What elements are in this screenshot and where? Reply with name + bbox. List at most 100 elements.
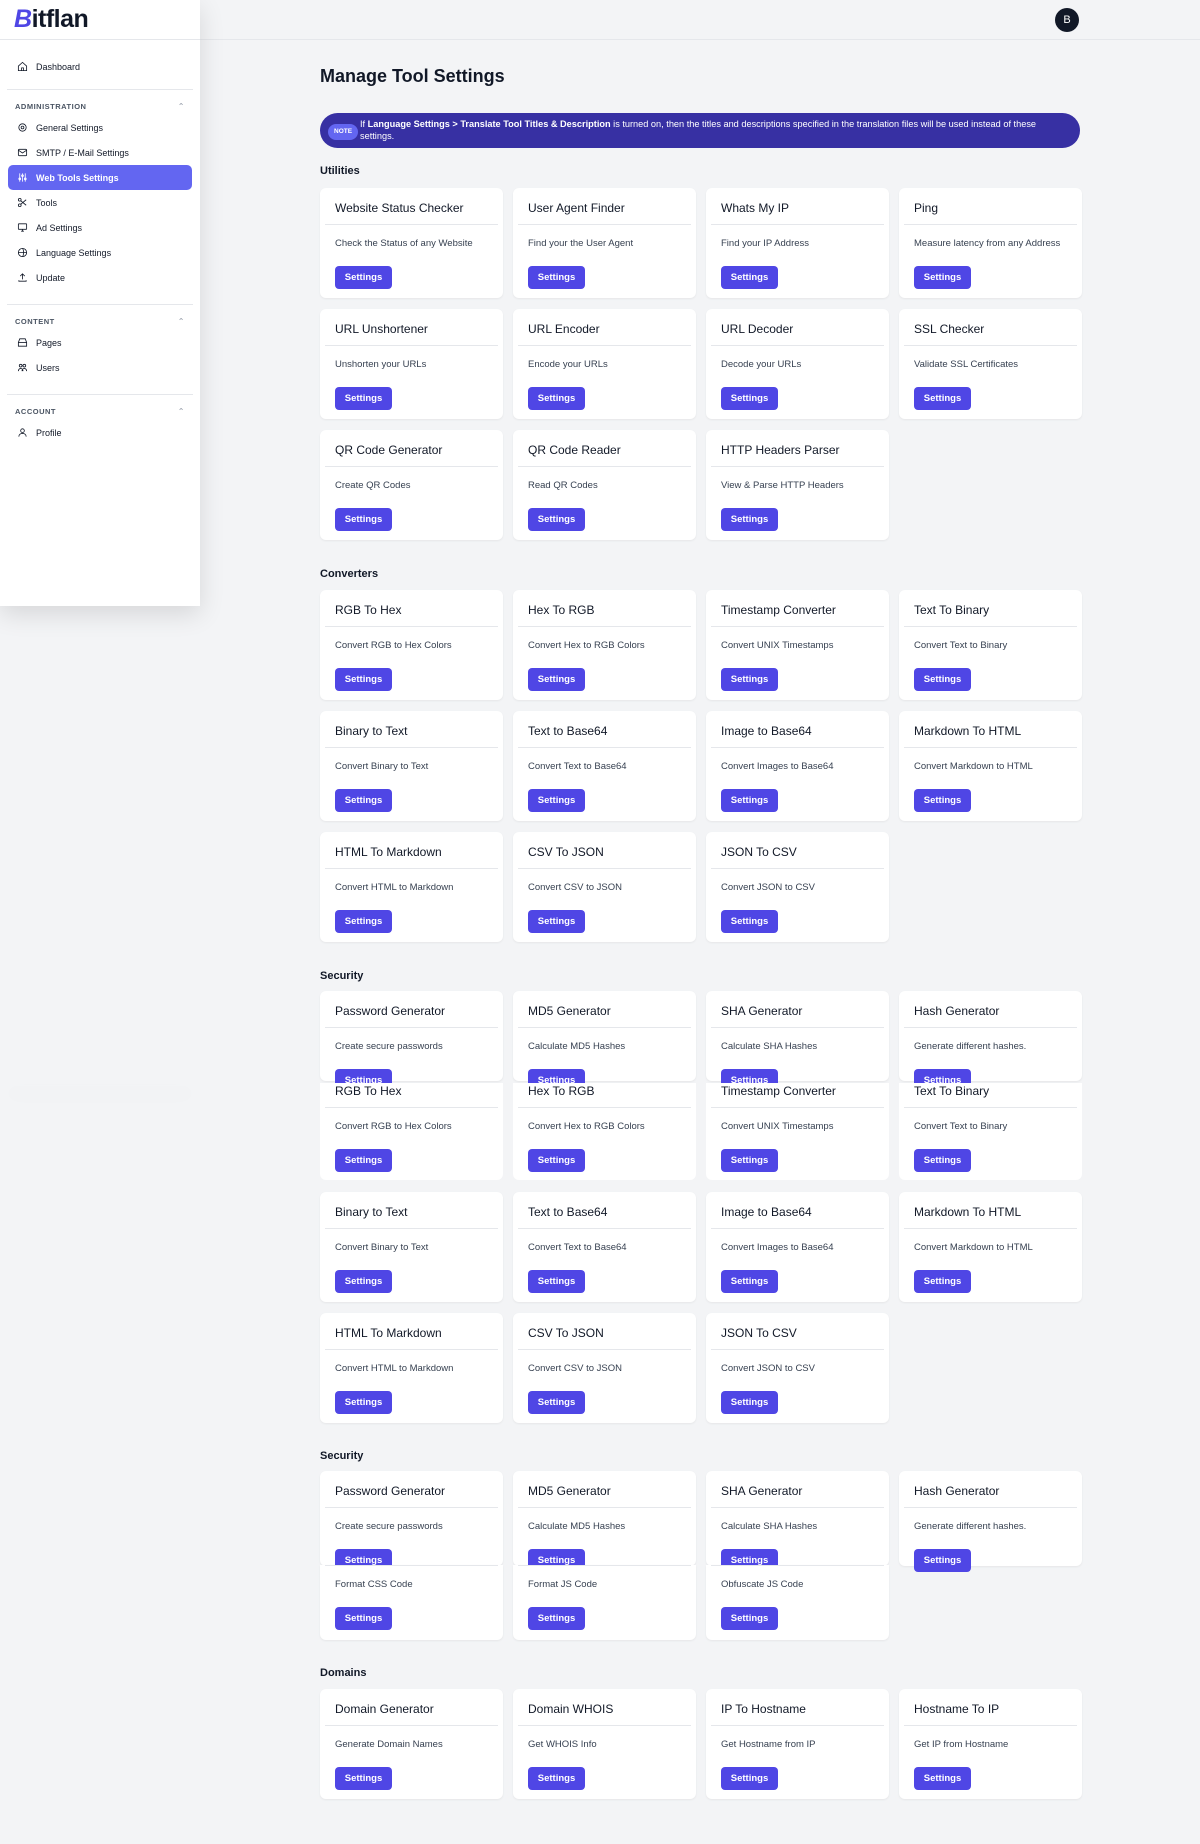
settings-button[interactable]: Settings [914,789,971,812]
user-avatar[interactable]: B [1055,8,1079,32]
settings-button[interactable]: Settings [721,910,778,933]
settings-button[interactable]: Settings [721,1270,778,1293]
tool-description: Convert UNIX Timestamps [721,640,834,651]
tool-card: URL Encoder Encode your URLs Settings [513,309,696,419]
sidebar-item-smtp-settings[interactable]: SMTP / E-Mail Settings [8,140,192,165]
tool-card: Binary to Text Convert Binary to Text Sett… [320,711,503,821]
sidebar-item-label: Language Settings [36,247,112,258]
settings-button[interactable]: Settings [721,387,778,410]
sidebar-item-pages[interactable]: Pages [8,330,192,355]
tool-card: URL Unshortener Unshorten your URLs Settin… [320,309,503,419]
tool-description: Obfuscate JS Code [721,1579,804,1590]
tool-title: Domain Generator [335,1702,434,1716]
settings-button[interactable]: Settings [528,1767,585,1790]
tool-title: SHA Generator [721,1484,803,1498]
user-icon [16,427,28,439]
tool-card: Format CSS Code Settings [320,1565,503,1640]
settings-button[interactable]: Settings [528,789,585,812]
tool-card: Website Status Checker Check the Status o… [320,188,503,298]
sidebar-item-users[interactable]: Users [8,355,192,380]
settings-button[interactable]: Settings [335,1149,392,1172]
settings-button[interactable]: Settings [721,1607,778,1630]
divider [518,224,691,225]
settings-button[interactable]: Settings [721,1391,778,1414]
settings-button[interactable]: Settings [914,668,971,691]
sidebar-item-ad-settings[interactable]: Ad Settings [8,215,192,240]
tool-description: Format JS Code [528,1579,598,1590]
sidebar-item-tools[interactable]: Tools [8,190,192,215]
tool-card: Text To Binary Convert Text to Binary Sett… [899,590,1082,700]
sidebar-item-update[interactable]: Update [8,265,192,290]
divider [711,224,884,225]
tool-description: Validate SSL Certificates [914,359,1019,370]
tool-title: Markdown To HTML [914,1205,1022,1219]
section-header-administration[interactable]: ADMINISTRATION ⌃ [0,90,200,115]
logo[interactable]: Bitflan [0,0,200,40]
settings-button[interactable]: Settings [721,266,778,289]
settings-button[interactable]: Settings [721,668,778,691]
settings-button[interactable]: Settings [914,1270,971,1293]
settings-button[interactable]: Settings [721,1767,778,1790]
tool-card: SHA GeneratorCalculate SHA HashesSetting… [706,991,889,1092]
settings-button[interactable]: Settings [914,1549,971,1572]
sidebar-shadow-artifact [0,1085,200,1086]
settings-button[interactable]: Settings [528,668,585,691]
settings-button[interactable]: Settings [528,1270,585,1293]
settings-button[interactable]: Settings [721,508,778,531]
divider [325,626,498,627]
settings-button[interactable]: Settings [335,1767,392,1790]
tool-description: Calculate SHA Hashes [721,1521,818,1532]
divider [325,868,498,869]
settings-button[interactable]: Settings [528,1607,585,1630]
divider [904,1027,1077,1028]
divider [518,1228,691,1229]
tool-card: Hex To RGB Convert Hex to RGB Colors Setti… [513,1071,696,1180]
settings-button[interactable]: Settings [914,1767,971,1790]
divider [518,868,691,869]
settings-button[interactable]: Settings [335,266,392,289]
tool-description: Convert RGB to Hex Colors [335,640,452,651]
tool-description: Convert Text to Base64 [528,761,627,772]
settings-button[interactable]: Settings [721,1149,778,1172]
sliders-icon [16,172,28,184]
sidebar-item-profile[interactable]: Profile [8,420,192,445]
settings-button[interactable]: Settings [335,668,392,691]
settings-button[interactable]: Settings [914,387,971,410]
sidebar-item-web-tools-settings[interactable]: Web Tools Settings [8,165,192,190]
section-header-content[interactable]: CONTENT ⌃ [0,305,200,330]
settings-button[interactable]: Settings [335,387,392,410]
tool-card: Format JS Code Settings [513,1565,696,1640]
settings-button[interactable]: Settings [335,910,392,933]
section-header-account[interactable]: ACCOUNT ⌃ [0,395,200,420]
settings-button[interactable]: Settings [528,387,585,410]
tool-card: Hostname To IP Get IP from Hostname Settin… [899,1689,1082,1799]
tool-card: CSV To JSON Convert CSV to JSON Settings [513,832,696,942]
divider [904,626,1077,627]
settings-button[interactable]: Settings [335,1607,392,1630]
settings-button[interactable]: Settings [528,1391,585,1414]
sidebar: Bitflan Dashboard ADMINISTRATION ⌃ Genera… [0,0,200,606]
tool-description: Convert JSON to CSV [721,1363,815,1374]
tool-title: SSL Checker [914,322,985,336]
settings-button[interactable]: Settings [914,1149,971,1172]
divider [325,1565,498,1566]
tool-title: Binary to Text [335,724,408,738]
sidebar-item-language-settings[interactable]: Language Settings [8,240,192,265]
settings-button[interactable]: Settings [721,789,778,812]
settings-button[interactable]: Settings [335,1270,392,1293]
settings-button[interactable]: Settings [335,1391,392,1414]
sidebar-item-dashboard[interactable]: Dashboard [8,54,192,79]
settings-button[interactable]: Settings [528,508,585,531]
settings-button[interactable]: Settings [335,508,392,531]
settings-button[interactable]: Settings [528,910,585,933]
divider [904,747,1077,748]
settings-button[interactable]: Settings [528,1149,585,1172]
settings-button[interactable]: Settings [335,789,392,812]
settings-button[interactable]: Settings [528,266,585,289]
tool-card: HTTP Headers Parser View & Parse HTTP Hea… [706,430,889,540]
sidebar-item-general-settings[interactable]: General Settings [8,115,192,140]
sidebar-item-label: Web Tools Settings [36,172,119,183]
tool-description: Convert CSV to JSON [528,882,622,893]
tool-description: Convert UNIX Timestamps [721,1121,834,1132]
settings-button[interactable]: Settings [914,266,971,289]
